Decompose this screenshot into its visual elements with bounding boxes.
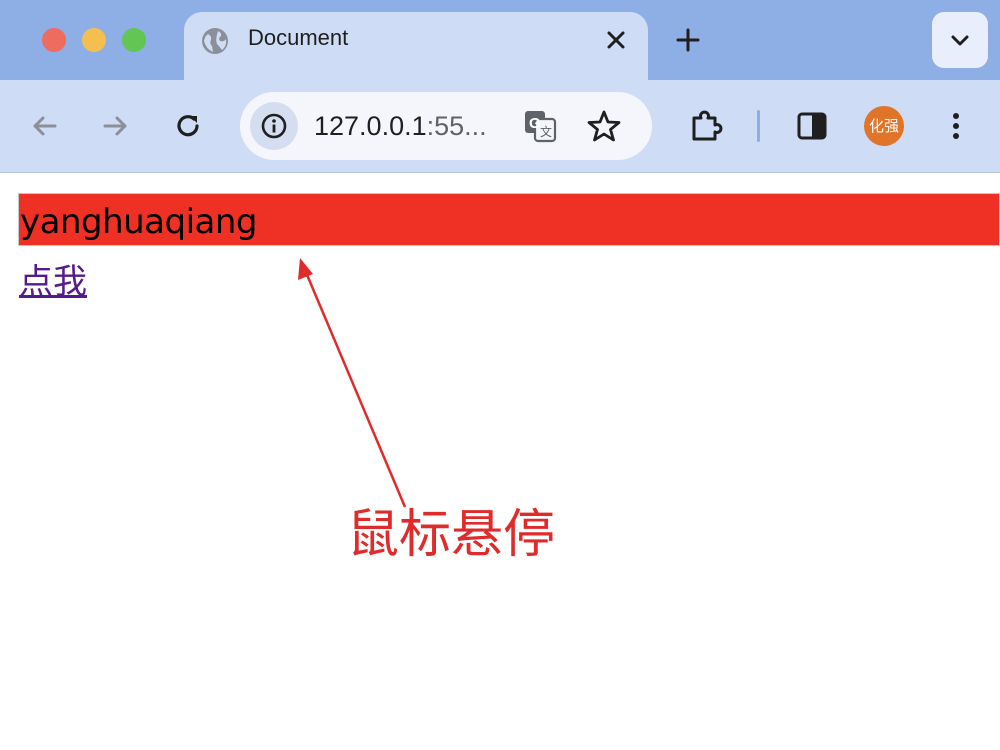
close-icon[interactable] bbox=[602, 26, 630, 54]
tab-document[interactable]: Document bbox=[184, 12, 648, 82]
zoom-window-button[interactable] bbox=[122, 28, 146, 52]
puzzle-icon[interactable] bbox=[688, 108, 724, 144]
back-arrow-icon[interactable] bbox=[27, 108, 63, 144]
toolbar-divider bbox=[757, 110, 760, 142]
url-text[interactable]: 127.0.0.1:55... bbox=[314, 111, 487, 142]
tab-strip: Document bbox=[0, 0, 1000, 82]
translate-icon[interactable]: G 文 bbox=[522, 108, 558, 144]
svg-text:文: 文 bbox=[540, 124, 552, 139]
more-vert-icon[interactable] bbox=[938, 108, 974, 144]
close-window-button[interactable] bbox=[42, 28, 66, 52]
annotation-arrow-icon bbox=[298, 258, 407, 508]
globe-icon bbox=[202, 28, 228, 54]
site-info-button[interactable] bbox=[250, 102, 298, 150]
forward-arrow-icon[interactable] bbox=[97, 108, 133, 144]
new-tab-button[interactable] bbox=[672, 24, 704, 56]
page-content: yanghuaqiang 点我 鼠标悬停 bbox=[0, 174, 1000, 750]
profile-avatar[interactable]: 化强 bbox=[864, 106, 904, 146]
tab-title: Document bbox=[248, 25, 349, 50]
annotation-label: 鼠标悬停 bbox=[347, 505, 556, 565]
url-host: 127.0.0.1 bbox=[314, 111, 427, 141]
info-icon bbox=[261, 113, 287, 139]
tab-search-button[interactable] bbox=[932, 12, 988, 68]
address-bar[interactable]: 127.0.0.1:55... G 文 bbox=[240, 92, 652, 160]
browser-toolbar: 127.0.0.1:55... G 文 化强 bbox=[0, 80, 1000, 173]
chevron-down-icon bbox=[951, 35, 969, 46]
svg-text:G: G bbox=[529, 115, 541, 132]
reload-icon[interactable] bbox=[170, 108, 206, 144]
side-panel-icon[interactable] bbox=[794, 108, 830, 144]
minimize-window-button[interactable] bbox=[82, 28, 106, 52]
star-icon[interactable] bbox=[586, 108, 622, 144]
url-port: :55... bbox=[426, 111, 487, 141]
